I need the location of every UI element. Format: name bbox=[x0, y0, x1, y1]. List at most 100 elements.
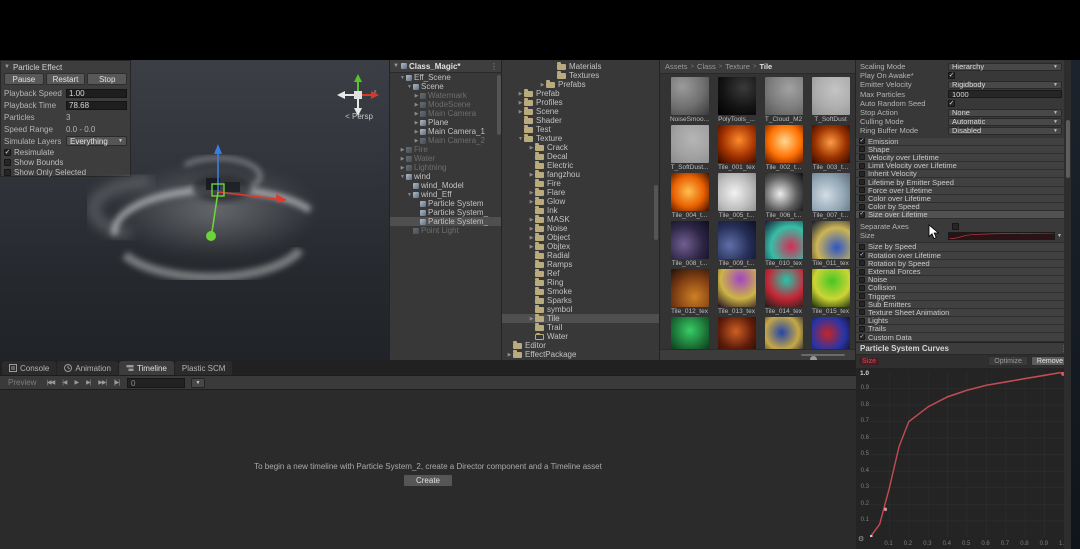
breadcrumb-segment-class[interactable]: Class bbox=[697, 62, 716, 71]
project-folder-ramps[interactable]: Ramps bbox=[502, 260, 659, 269]
collapse-triangle-icon[interactable]: ▼ bbox=[393, 63, 399, 69]
hierarchy-scrollbar[interactable] bbox=[497, 75, 501, 135]
expand-arrow-icon[interactable]: ▶ bbox=[528, 190, 535, 196]
max-particles-input[interactable]: 1000 bbox=[948, 90, 1062, 98]
create-timeline-button[interactable]: Create bbox=[403, 474, 453, 487]
project-scrollbar[interactable] bbox=[654, 185, 658, 240]
expand-arrow-icon[interactable]: ▶ bbox=[528, 235, 535, 241]
module-checkbox[interactable] bbox=[859, 244, 865, 250]
module-checkbox[interactable] bbox=[859, 301, 865, 307]
chevron-down-icon[interactable]: ▼ bbox=[1057, 233, 1062, 239]
timeline-options-dropdown[interactable]: ▼ bbox=[191, 378, 205, 388]
expand-arrow-icon[interactable]: ▶ bbox=[413, 138, 420, 144]
transport-button-4[interactable]: ▶▶| bbox=[94, 377, 110, 388]
transport-button-3[interactable]: ▶| bbox=[82, 377, 94, 388]
expand-arrow-icon[interactable]: ▶ bbox=[528, 244, 535, 250]
asset-tile-tile-008-t[interactable]: Tile_008_t... bbox=[666, 221, 713, 269]
module-checkbox[interactable] bbox=[859, 260, 865, 266]
curve-editor[interactable]: ⚙ ⚙ 1.00.90.80.70.60.50.40.30.20.10.10.2… bbox=[856, 368, 1072, 549]
hierarchy-item-main-camera-2[interactable]: ▶Main Camera_2 bbox=[390, 136, 501, 145]
project-folder-symbol[interactable]: symbol bbox=[502, 305, 659, 314]
hierarchy-item-main-camera-1[interactable]: ▶Main Camera_1 bbox=[390, 127, 501, 136]
module-size-over-lifetime[interactable]: ✓Size over Lifetime bbox=[856, 211, 1072, 219]
ring-buffer-mode-dropdown[interactable]: Disabled▼ bbox=[948, 127, 1062, 135]
project-folder-object[interactable]: ▶Object bbox=[502, 233, 659, 242]
auto-random-seed-checkbox[interactable]: ✓ bbox=[948, 100, 955, 107]
gear-icon[interactable]: ⚙ bbox=[858, 535, 864, 543]
hierarchy-item-particle-system[interactable]: Particle System bbox=[390, 199, 501, 208]
expand-arrow-icon[interactable]: ▶ bbox=[413, 111, 420, 117]
module-checkbox[interactable] bbox=[859, 285, 865, 291]
scaling-mode-dropdown[interactable]: Hierarchy▼ bbox=[948, 63, 1062, 71]
frame-number-field[interactable]: 0 bbox=[127, 378, 185, 388]
hierarchy-item-eff-scene[interactable]: ▼Eff_Scene bbox=[390, 73, 501, 82]
breadcrumb-segment-texture[interactable]: Texture bbox=[725, 62, 750, 71]
expand-arrow-icon[interactable]: ▶ bbox=[506, 352, 513, 358]
expand-arrow-icon[interactable]: ▶ bbox=[517, 109, 524, 115]
tab-animation[interactable]: Animation bbox=[57, 361, 118, 375]
expand-arrow-icon[interactable]: ▶ bbox=[528, 316, 535, 322]
transport-button-1[interactable]: |◀ bbox=[58, 377, 70, 388]
perspective-label[interactable]: < Persp bbox=[336, 112, 382, 121]
tab-console[interactable]: Console bbox=[2, 361, 56, 375]
project-folder-ref[interactable]: Ref bbox=[502, 269, 659, 278]
hierarchy-scene-header[interactable]: ▼ Class_Magic* ⋮ bbox=[390, 60, 501, 73]
project-folder-flare[interactable]: ▶Flare bbox=[502, 188, 659, 197]
project-folder-tile[interactable]: ▶Tile bbox=[502, 314, 659, 323]
transport-button-2[interactable]: ▶ bbox=[70, 377, 82, 388]
project-folder-effectpackage[interactable]: ▶EffectPackage bbox=[502, 350, 659, 359]
expand-arrow-icon[interactable]: ▶ bbox=[517, 91, 524, 97]
project-folder-prefabs[interactable]: ▶Prefabs bbox=[502, 80, 659, 89]
project-folder-crack[interactable]: ▶Crack bbox=[502, 143, 659, 152]
project-folder-radial[interactable]: Radial bbox=[502, 251, 659, 260]
project-folder-ring[interactable]: Ring bbox=[502, 278, 659, 287]
module-checkbox[interactable]: ✓ bbox=[859, 138, 865, 144]
breadcrumb-segment-tile[interactable]: Tile bbox=[759, 62, 772, 71]
project-folder-materials[interactable]: Materials bbox=[502, 62, 659, 71]
module-checkbox[interactable] bbox=[859, 187, 865, 193]
hierarchy-item-fire[interactable]: ▶Fire bbox=[390, 145, 501, 154]
expand-arrow-icon[interactable]: ▶ bbox=[413, 102, 420, 108]
module-checkbox[interactable]: ✓ bbox=[859, 252, 865, 258]
separate-axes-checkbox[interactable] bbox=[952, 223, 959, 230]
module-checkbox[interactable] bbox=[859, 204, 865, 210]
project-folder-profiles[interactable]: ▶Profiles bbox=[502, 98, 659, 107]
expand-arrow-icon[interactable]: ▶ bbox=[528, 172, 535, 178]
module-external-forces[interactable]: External Forces bbox=[856, 268, 1072, 276]
asset-tile-tile-006-t[interactable]: Tile_006_t... bbox=[760, 173, 807, 221]
expand-arrow-icon[interactable]: ▼ bbox=[406, 84, 413, 90]
transport-button-0[interactable]: |◀◀ bbox=[42, 377, 58, 388]
project-folder-mask[interactable]: ▶MASK bbox=[502, 215, 659, 224]
project-folder-objtex[interactable]: ▶Objtex bbox=[502, 242, 659, 251]
tab-timeline[interactable]: Timeline bbox=[119, 361, 174, 375]
inspector-scrollbar[interactable] bbox=[1064, 60, 1071, 549]
hierarchy-item-scene[interactable]: ▼Scene bbox=[390, 82, 501, 91]
module-custom-data[interactable]: ✓Custom Data bbox=[856, 333, 1072, 341]
size-curve-field[interactable] bbox=[948, 232, 1055, 240]
expand-arrow-icon[interactable]: ▶ bbox=[399, 156, 406, 162]
hierarchy-item-wind-eff[interactable]: ▼wind_Eff bbox=[390, 190, 501, 199]
expand-arrow-icon[interactable]: ▶ bbox=[528, 217, 535, 223]
project-folder-electric[interactable]: Electric bbox=[502, 161, 659, 170]
expand-arrow-icon[interactable]: ▼ bbox=[406, 192, 413, 198]
expand-arrow-icon[interactable]: ▶ bbox=[528, 226, 535, 232]
project-folder-editor[interactable]: Editor bbox=[502, 341, 659, 350]
module-lights[interactable]: Lights bbox=[856, 317, 1072, 325]
asset-tile-tile-011-tex[interactable]: Tile_011_tex bbox=[807, 221, 854, 269]
project-folder-water[interactable]: Water bbox=[502, 332, 659, 341]
asset-tile-tile-003-t[interactable]: Tile_003_t... bbox=[807, 125, 854, 173]
scrollbar-thumb-icon[interactable] bbox=[1066, 120, 1070, 178]
project-folder-shader[interactable]: Shader bbox=[502, 116, 659, 125]
module-checkbox[interactable] bbox=[859, 195, 865, 201]
hierarchy-item-lightning[interactable]: ▶Lightning bbox=[390, 163, 501, 172]
asset-tile-tile-010-tex[interactable]: Tile_010_tex bbox=[760, 221, 807, 269]
expand-arrow-icon[interactable]: ▶ bbox=[528, 199, 535, 205]
hierarchy-item-wind[interactable]: ▼wind bbox=[390, 172, 501, 181]
play-on-awake-checkbox[interactable]: ✓ bbox=[948, 72, 955, 79]
module-checkbox[interactable] bbox=[859, 277, 865, 283]
project-folder-fangzhou[interactable]: ▶fangzhou bbox=[502, 170, 659, 179]
module-checkbox[interactable] bbox=[859, 179, 865, 185]
asset-tile-tile-005-t[interactable]: Tile_005_t... bbox=[713, 173, 760, 221]
asset-tile-tile-007-t[interactable]: Tile_007_t... bbox=[807, 173, 854, 221]
hierarchy-item-plane[interactable]: ▶Plane bbox=[390, 118, 501, 127]
